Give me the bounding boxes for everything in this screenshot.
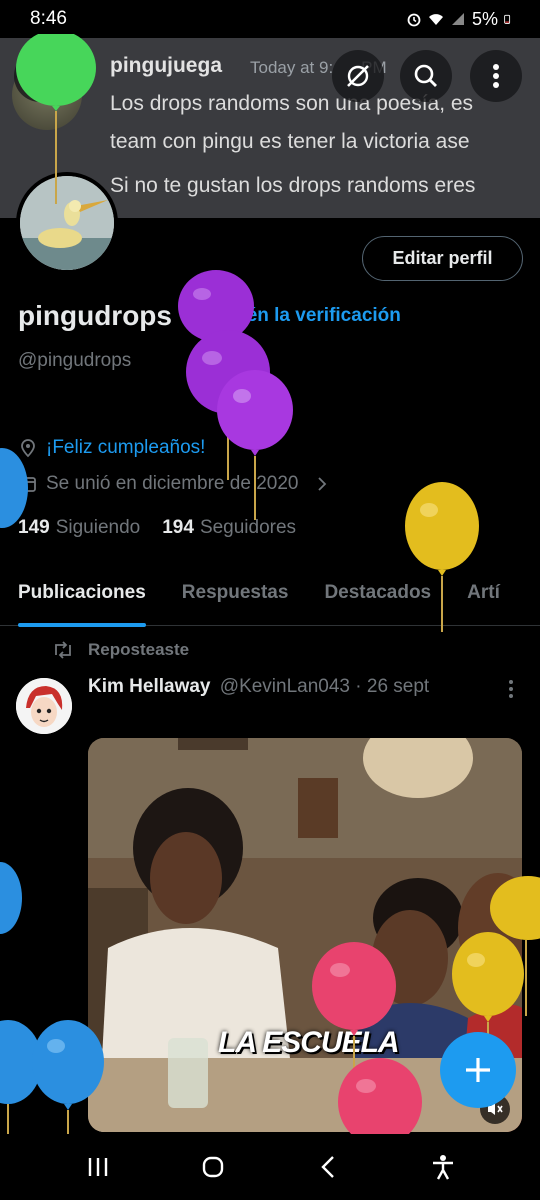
- more-options-button[interactable]: [470, 50, 522, 102]
- battery-percent: 5%: [471, 8, 498, 29]
- followers-label: Seguidores: [199, 517, 297, 538]
- calendar-icon: [20, 477, 36, 492]
- alarm-icon: [407, 13, 421, 27]
- edit-profile-button[interactable]: Editar perfil: [362, 236, 523, 281]
- follow-stats: 149 Siguiendo 194 Seguidores: [18, 517, 296, 539]
- following-count: 149: [18, 517, 50, 538]
- joined-row: Se unió en diciembre de 2020: [18, 473, 330, 495]
- purple-balloon: [217, 370, 293, 520]
- recent-apps-icon: [88, 1158, 107, 1176]
- signal-icon: [451, 13, 464, 25]
- banner-chat-username: pingujuega: [110, 54, 222, 77]
- birthday-row: ¡Feliz cumpleaños!: [18, 437, 205, 459]
- profile-avatar[interactable]: [16, 172, 118, 274]
- status-time: 8:46: [30, 8, 67, 29]
- status-icons: 5%: [406, 9, 514, 30]
- tab-publicaciones[interactable]: Publicaciones: [0, 578, 164, 627]
- tab-destacados[interactable]: Destacados: [306, 578, 449, 626]
- search-button[interactable]: [400, 50, 452, 102]
- following-link[interactable]: 149 Siguiendo: [18, 517, 140, 539]
- get-verified-link[interactable]: Obtén la verificación: [214, 305, 401, 327]
- repost-icon: [55, 641, 71, 659]
- plus-icon: [466, 1058, 490, 1082]
- accessibility-button[interactable]: [423, 1147, 463, 1187]
- system-back-button[interactable]: [308, 1147, 348, 1187]
- battery-icon: [504, 14, 511, 24]
- verified-badge-icon: [182, 306, 203, 326]
- accessibility-icon: [432, 1155, 453, 1180]
- dot: [509, 680, 513, 684]
- post-more-button[interactable]: [500, 676, 522, 702]
- profile-name-row: pingudrops Obtén la verificación: [18, 300, 401, 332]
- gif-caption: LA ESCUELA: [218, 1026, 400, 1059]
- more-vertical-icon: [493, 64, 499, 88]
- post-author-name[interactable]: Kim Hellaway: [88, 676, 211, 697]
- followers-link[interactable]: 194 Seguidores: [162, 517, 296, 539]
- grok-button[interactable]: [332, 50, 384, 102]
- profile-handle: @pingudrops: [18, 350, 132, 371]
- profile-tabs: Publicaciones Respuestas Destacados Artí: [0, 578, 540, 627]
- system-nav-bar: [0, 1134, 540, 1200]
- banner-chat-line-2: team con pingu es tener la victoria ase: [110, 130, 470, 153]
- wifi-icon: [428, 14, 443, 25]
- chevron-right-icon[interactable]: [314, 476, 330, 492]
- repost-indicator: Reposteaste: [52, 640, 189, 660]
- birthday-text: ¡Feliz cumpleaños!: [46, 437, 206, 458]
- arrow-left-icon: [30, 68, 48, 84]
- repost-label: Reposteaste: [88, 640, 190, 659]
- dot: [509, 687, 513, 691]
- anime-avatar-image: [16, 678, 72, 734]
- joined-text: Se unió en diciembre de 2020: [46, 473, 299, 494]
- home-button[interactable]: [193, 1147, 233, 1187]
- post-date: 26 sept: [366, 676, 430, 697]
- search-icon: [414, 64, 437, 87]
- compose-fab-button[interactable]: [440, 1032, 516, 1108]
- location-pin-icon: [21, 439, 35, 458]
- tab-respuestas[interactable]: Respuestas: [164, 578, 307, 626]
- post-separator: ·: [355, 676, 362, 697]
- banner-chat-line-3: Si no te gustan los drops randoms eres: [110, 174, 476, 197]
- pelican-image: [20, 176, 114, 270]
- blue-balloon: [0, 862, 22, 934]
- followers-count: 194: [162, 517, 194, 538]
- banner-timestamp-head: Today at 9:: [250, 58, 334, 77]
- post-author-avatar[interactable]: [16, 678, 72, 734]
- post-author-handle[interactable]: @KevinLan043: [220, 676, 350, 697]
- back-button[interactable]: [14, 50, 66, 102]
- blue-balloon: [0, 1020, 42, 1134]
- dot: [509, 694, 513, 698]
- chevron-left-icon: [320, 1156, 334, 1178]
- status-bar: 8:46 5%: [0, 0, 540, 38]
- profile-name: pingudrops: [18, 300, 172, 331]
- grok-icon: [347, 65, 369, 87]
- home-icon: [202, 1156, 223, 1178]
- recent-apps-button[interactable]: [78, 1147, 118, 1187]
- tab-articulos[interactable]: Artí: [449, 578, 518, 626]
- post-header: Kim Hellaway @KevinLan043 · 26 sept: [88, 676, 429, 698]
- following-label: Siguiendo: [55, 517, 141, 538]
